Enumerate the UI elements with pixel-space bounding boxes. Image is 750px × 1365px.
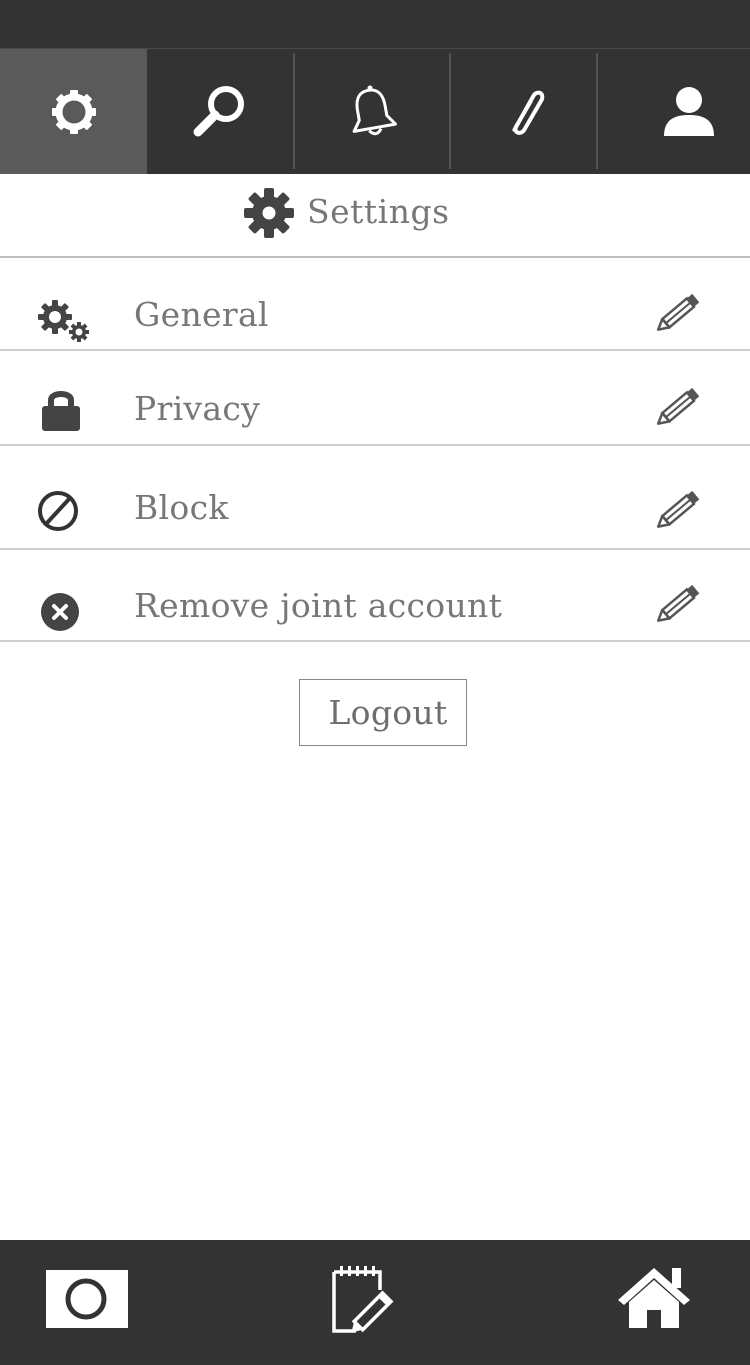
search-icon <box>193 85 244 136</box>
paperclip-icon <box>511 90 544 135</box>
tab-settings[interactable] <box>0 49 147 174</box>
settings-item-general[interactable]: General <box>0 258 750 351</box>
bell-icon <box>352 85 397 135</box>
edit-pencil-icon[interactable] <box>656 385 704 427</box>
settings-item-label: General <box>134 295 269 334</box>
user-icon <box>664 86 714 136</box>
settings-item-block[interactable]: Block <box>0 446 750 550</box>
gears-icon <box>38 300 89 342</box>
home-icon <box>618 1268 690 1328</box>
camera-button[interactable] <box>46 1270 128 1332</box>
block-icon <box>38 491 78 531</box>
camera-icon <box>46 1270 128 1328</box>
settings-item-privacy[interactable]: Privacy <box>0 351 750 446</box>
settings-item-label: Block <box>134 488 229 527</box>
tab-attachments[interactable] <box>451 49 596 174</box>
logout-button[interactable]: Logout <box>299 679 467 746</box>
top-navigation <box>0 48 750 174</box>
gear-outline-icon <box>51 89 96 134</box>
tab-search[interactable] <box>147 49 293 174</box>
edit-pencil-icon[interactable] <box>656 582 704 624</box>
bottom-navigation <box>0 1240 750 1365</box>
tab-notifications[interactable] <box>295 49 449 174</box>
settings-item-label: Privacy <box>134 389 261 428</box>
home-button[interactable] <box>616 1264 692 1334</box>
lock-icon <box>42 391 80 431</box>
settings-header: Settings <box>0 174 750 258</box>
settings-item-label: Remove joint account <box>134 586 503 625</box>
gear-icon <box>244 188 294 238</box>
edit-pencil-icon[interactable] <box>656 291 704 333</box>
notepad-edit-icon <box>332 1266 394 1333</box>
edit-pencil-icon[interactable] <box>656 488 704 530</box>
remove-circle-icon <box>41 593 79 631</box>
status-bar <box>0 0 750 48</box>
notes-button[interactable] <box>330 1264 402 1338</box>
tab-profile[interactable] <box>598 49 750 174</box>
page-title: Settings <box>307 192 450 231</box>
settings-item-remove-joint-account[interactable]: Remove joint account <box>0 550 750 642</box>
